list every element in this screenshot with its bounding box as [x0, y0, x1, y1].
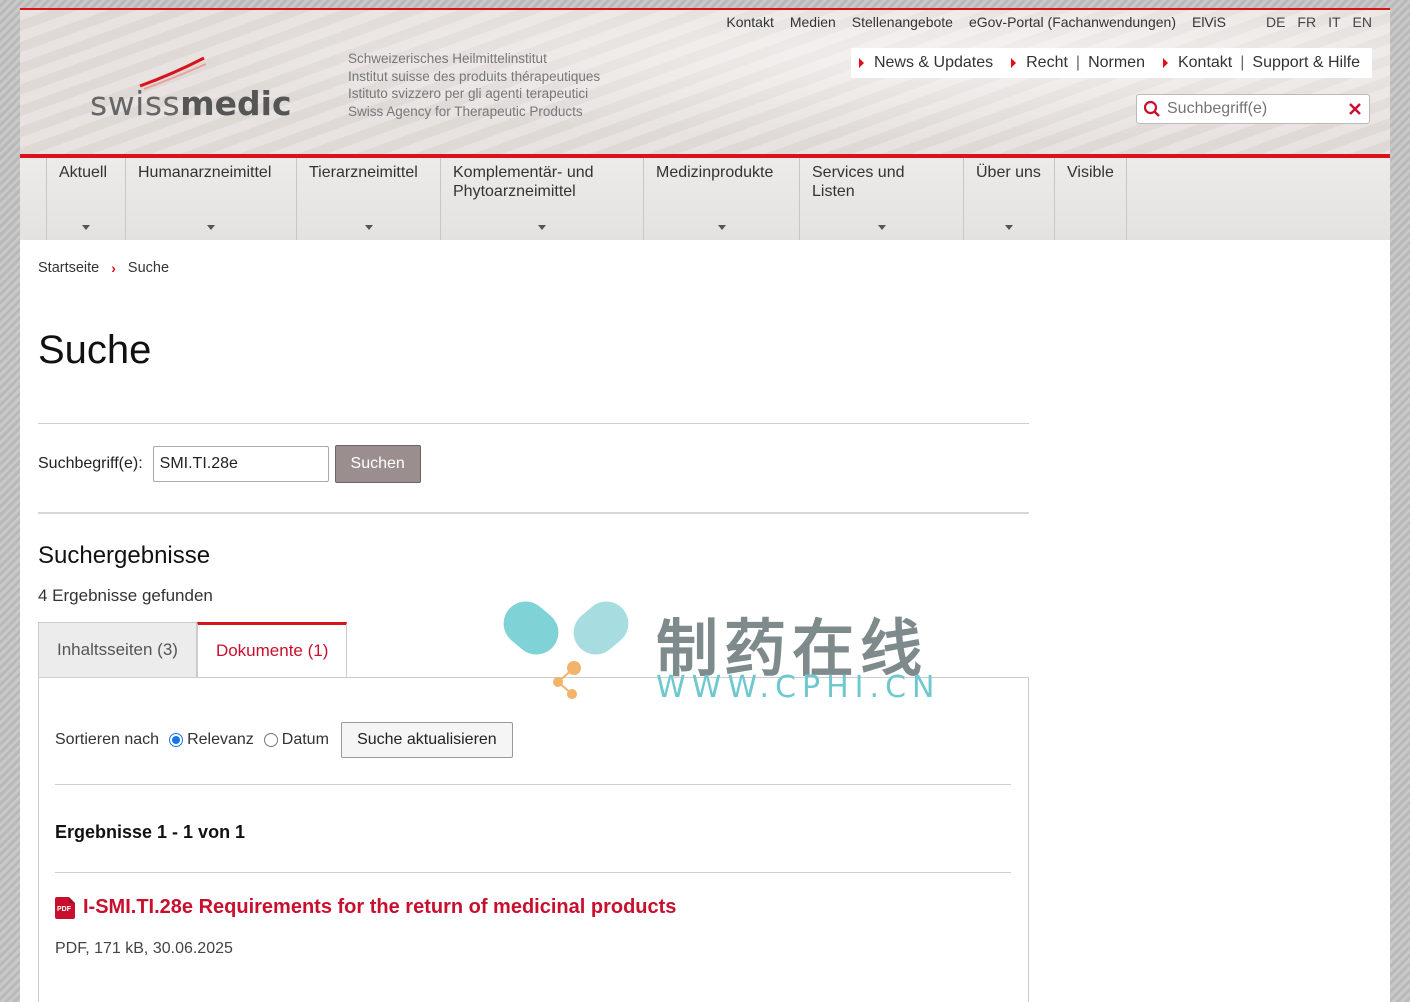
sort-controls: Sortieren nach Relevanz Datum Suche aktu… [55, 722, 513, 758]
quicklink-news[interactable]: News & Updates [858, 54, 994, 72]
header-search-input[interactable] [1167, 100, 1341, 118]
top-navigation: Kontakt Medien Stellenangebote eGov-Port… [710, 14, 1372, 30]
lang-de[interactable]: DE [1266, 14, 1285, 30]
chevron-right-icon: › [111, 260, 116, 276]
lang-en[interactable]: EN [1353, 14, 1372, 30]
tab-content-pages[interactable]: Inhaltsseiten (3) [38, 622, 197, 678]
caret-down-icon [82, 225, 90, 230]
institute-name-en: Swiss Agency for Therapeutic Products [348, 103, 583, 119]
search-input[interactable] [152, 446, 329, 482]
caret-down-icon [877, 225, 886, 230]
quicklink-kontakt-support: Kontakt | Support & Hilfe [1162, 54, 1360, 72]
radio-date-label[interactable]: Datum [282, 731, 329, 749]
search-form: Suchbegriff(e): Suchen [38, 445, 421, 483]
radio-relevance-label[interactable]: Relevanz [187, 731, 254, 749]
quicklink-recht[interactable]: Recht [1026, 54, 1068, 72]
arrow-right-icon [858, 58, 864, 68]
caret-down-icon [538, 225, 546, 230]
header-search [1136, 94, 1370, 124]
pdf-icon: PDF [55, 896, 75, 919]
language-switcher: DE FR IT EN [1254, 14, 1372, 30]
nav-label: Aktuell [59, 164, 108, 181]
institute-name-fr: Institut suisse des produits thérapeutiq… [348, 68, 601, 84]
nav-tierarzneimittel[interactable]: Tierarzneimittel [296, 158, 440, 240]
document-meta: PDF, 171 kB, 30.06.2025 [55, 940, 233, 957]
nav-label: Komplementär- und [453, 164, 594, 181]
radio-relevance[interactable] [169, 733, 184, 747]
institute-name-it: Istituto svizzero per gli agenti terapeu… [348, 86, 589, 101]
quicklink-kontakt[interactable]: Kontakt [1178, 54, 1232, 72]
caret-down-icon [207, 225, 215, 230]
results-heading: Suchergebnisse [38, 542, 211, 569]
quicklink-support[interactable]: Support & Hilfe [1252, 54, 1360, 72]
results-count: 4 Ergebnisse gefunden [38, 586, 213, 605]
nav-label: Über uns [976, 164, 1041, 181]
page: Kontakt Medien Stellenangebote eGov-Port… [20, 8, 1390, 1002]
divider [38, 423, 1029, 424]
lang-it[interactable]: IT [1328, 14, 1340, 30]
document-title: I-SMI.TI.28e Requirements for the return… [83, 896, 677, 918]
logo-wordmark: swissmedic [90, 84, 292, 123]
quicklinks-bar: News & Updates Recht | Normen Kontakt | … [850, 48, 1372, 78]
nav-label: Services und Listen [812, 164, 905, 200]
caret-down-icon [1005, 225, 1013, 230]
logo-light-text: swiss [90, 84, 181, 123]
nav-services[interactable]: Services und Listen [799, 158, 963, 240]
nav-label-line2: Phytoarzneimittel [453, 183, 576, 200]
sort-label: Sortieren nach [55, 731, 160, 748]
main-navigation: Aktuell Humanarzneimittel Tierarzneimitt… [20, 158, 1390, 240]
document-link[interactable]: PDF I-SMI.TI.28e Requirements for the re… [55, 896, 676, 919]
nav-label: Tierarzneimittel [309, 164, 418, 181]
logo-bold-text: medic [180, 84, 292, 123]
page-title: Suche [38, 328, 152, 372]
search-button[interactable]: Suchen [334, 445, 421, 483]
site-header: Kontakt Medien Stellenangebote eGov-Port… [20, 8, 1390, 160]
nav-label: Visible [1067, 164, 1114, 181]
nav-medizinprodukte[interactable]: Medizinprodukte [643, 158, 799, 240]
clear-icon[interactable] [1341, 102, 1369, 116]
topnav-medien[interactable]: Medien [790, 14, 836, 30]
update-search-button[interactable]: Suche aktualisieren [340, 722, 513, 758]
institute-names: Schweizerisches Heilmittelinstitut Insti… [348, 50, 600, 120]
nav-ueber-uns[interactable]: Über uns [963, 158, 1054, 240]
caret-down-icon [364, 225, 373, 230]
results-panel: Sortieren nach Relevanz Datum Suche aktu… [38, 677, 1029, 1002]
institute-name-de: Schweizerisches Heilmittelinstitut [348, 51, 547, 66]
nav-humanarzneimittel[interactable]: Humanarzneimittel [125, 158, 296, 240]
breadcrumb-current: Suche [127, 260, 170, 276]
nav-visible[interactable]: Visible [1054, 158, 1127, 240]
nav-aktuell[interactable]: Aktuell [46, 158, 125, 240]
topnav-stellenangebote[interactable]: Stellenangebote [852, 14, 953, 30]
separator: | [1240, 54, 1245, 71]
nav-label: Medizinprodukte [656, 164, 774, 181]
results-range: Ergebnisse 1 - 1 von 1 [55, 822, 246, 842]
nav-komplementaer[interactable]: Komplementär- und Phytoarzneimittel [440, 158, 643, 240]
search-label: Suchbegriff(e): [38, 455, 143, 472]
quicklink-recht-normen: Recht | Normen [1011, 54, 1145, 72]
divider [55, 784, 1011, 785]
results-tabs: Inhaltsseiten (3) Dokumente (1) [38, 622, 348, 678]
topnav-elvis[interactable]: ElViS [1192, 14, 1226, 30]
topnav-egov-portal[interactable]: eGov-Portal (Fachanwendungen) [969, 14, 1176, 30]
nav-label: Humanarzneimittel [138, 164, 272, 181]
swissmedic-logo[interactable]: swissmedic [90, 54, 292, 124]
topnav-kontakt[interactable]: Kontakt [726, 14, 773, 30]
quicklink-normen[interactable]: Normen [1088, 54, 1145, 72]
divider [55, 872, 1011, 873]
arrow-right-icon [1011, 58, 1017, 68]
quicklink-news-label: News & Updates [873, 54, 994, 71]
separator: | [1075, 54, 1081, 71]
caret-down-icon [717, 225, 726, 230]
radio-date[interactable] [263, 733, 278, 747]
divider [38, 512, 1029, 514]
search-icon[interactable] [1137, 100, 1167, 118]
arrow-right-icon [1162, 58, 1168, 68]
watermark-text: 制药在线 [656, 612, 929, 685]
breadcrumb: Startseite › Suche [38, 260, 169, 276]
tab-documents[interactable]: Dokumente (1) [196, 622, 348, 678]
lang-fr[interactable]: FR [1297, 14, 1316, 30]
breadcrumb-home[interactable]: Startseite [38, 260, 99, 276]
